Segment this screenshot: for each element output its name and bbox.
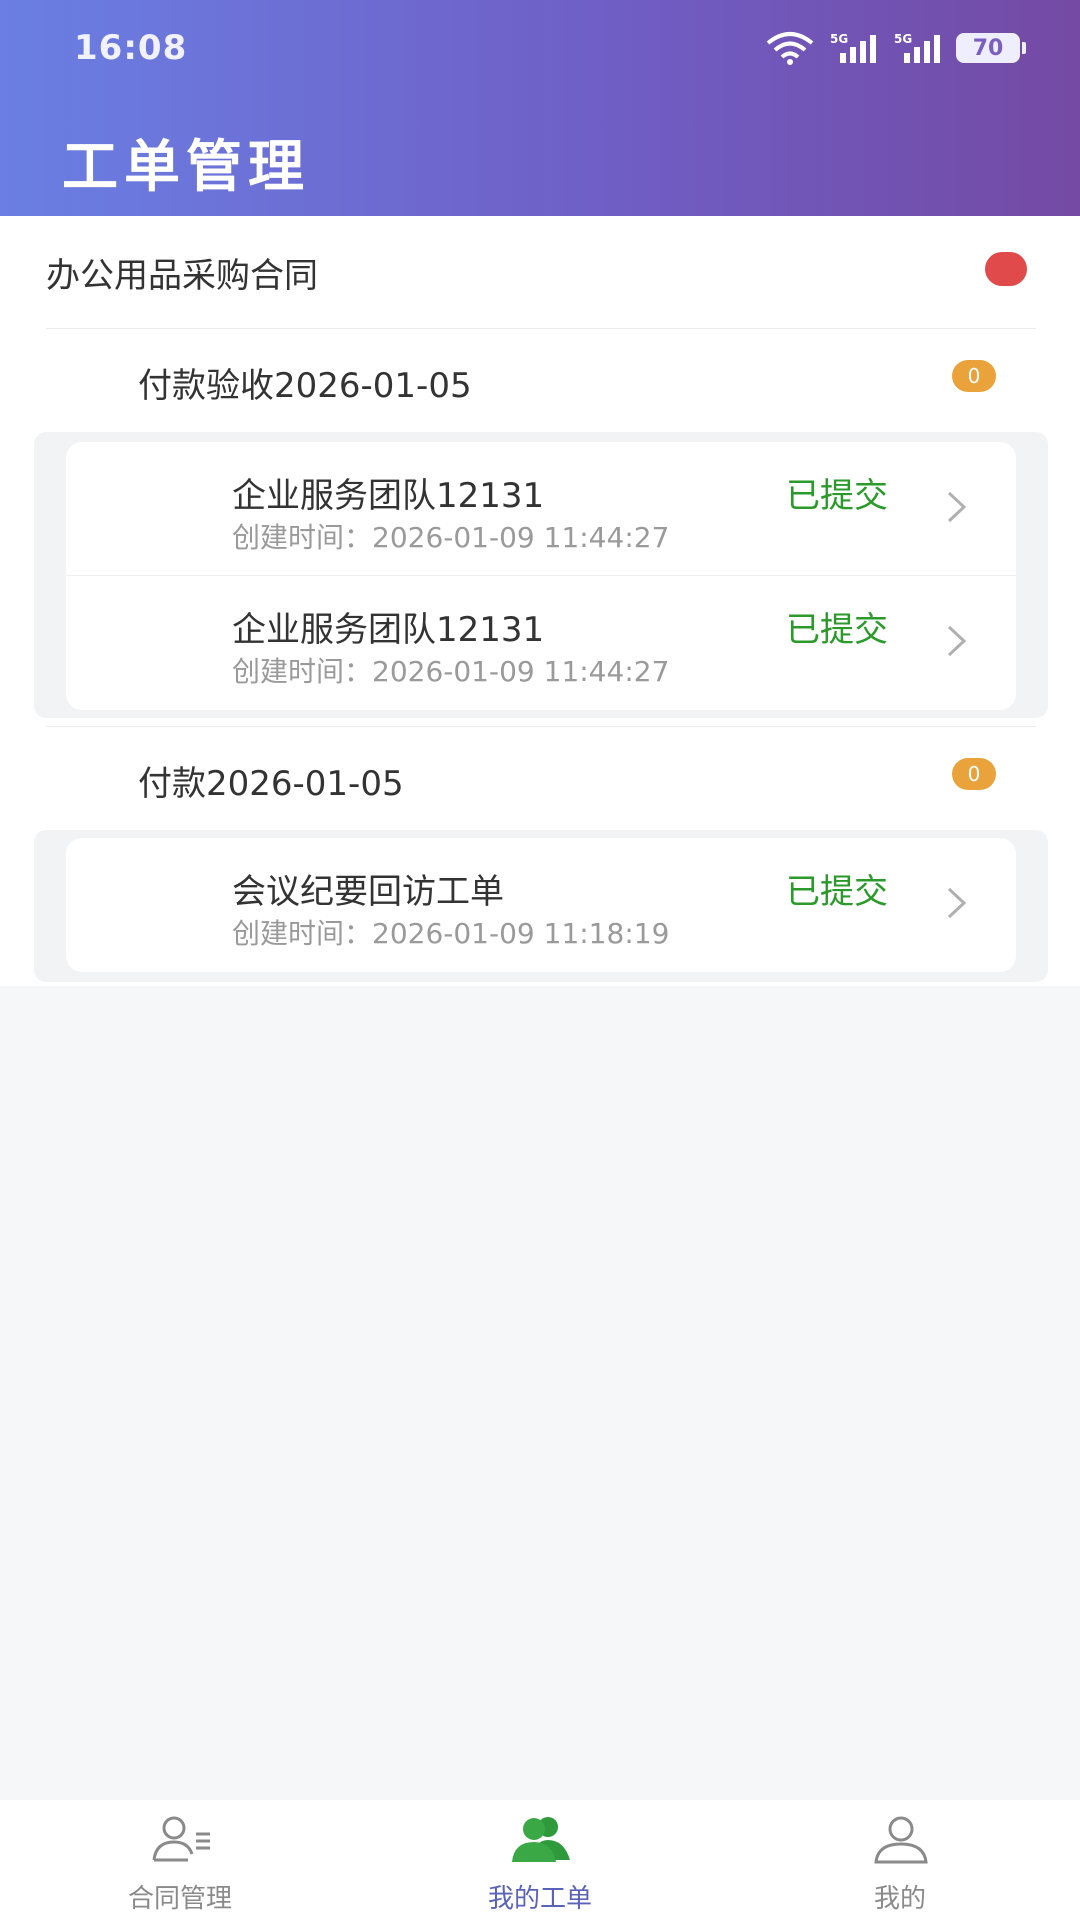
status-icons: 5G 5G 70 [764,28,1026,68]
chevron-right-icon [947,625,967,657]
status-badge: 已提交 [786,476,888,516]
status-time: 16:08 [74,28,188,68]
group-header[interactable]: 付款2026-01-05 0 [0,726,1080,826]
contract-row[interactable]: 办公用品采购合同 [0,216,1080,328]
network-label: 5G [830,32,848,46]
status-badge: 已提交 [786,610,888,650]
group-title: 付款2026-01-05 [138,764,404,804]
nav-label: 我的工单 [487,1884,592,1914]
item-title: 会议纪要回访工单 [232,872,504,912]
tab-contract-management[interactable]: 合同管理 [80,1800,280,1920]
team-icon [512,1817,570,1862]
tab-my-work-orders[interactable]: 我的工单 [440,1800,640,1920]
group-panel: 会议纪要回访工单 创建时间：2026-01-09 11:18:19 已提交 [34,830,1048,982]
app-header: 16:08 5G 5G 70 工单管理 [0,0,1080,216]
group-header[interactable]: 付款验收2026-01-05 0 [0,328,1080,428]
count-badge: 0 [952,758,996,790]
work-order-card: 企业服务团队12131 创建时间：2026-01-09 11:44:27 已提交… [66,442,1016,710]
work-order-item[interactable]: 企业服务团队12131 创建时间：2026-01-09 11:44:27 已提交 [66,576,1016,710]
contract-user-icon [152,1816,210,1862]
signal-icon: 5G [830,32,876,63]
nav-label: 合同管理 [127,1884,232,1914]
page-title: 工单管理 [62,135,310,200]
work-order-item[interactable]: 会议纪要回访工单 创建时间：2026-01-09 11:18:19 已提交 [66,838,1016,972]
item-title: 企业服务团队12131 [232,610,545,650]
item-created-time: 创建时间：2026-01-09 11:44:27 [232,521,670,554]
item-created-time: 创建时间：2026-01-09 11:18:19 [232,917,670,950]
status-bar: 16:08 5G 5G 70 [0,0,1080,100]
battery-indicator: 70 [956,33,1026,63]
network-label-2: 5G [894,32,912,46]
item-created-time: 创建时间：2026-01-09 11:44:27 [232,655,670,688]
tab-mine[interactable]: 我的 [800,1800,1000,1920]
group-panel: 企业服务团队12131 创建时间：2026-01-09 11:44:27 已提交… [34,432,1048,718]
contract-title: 办公用品采购合同 [46,256,318,296]
status-badge: 已提交 [786,872,888,912]
work-order-item[interactable]: 企业服务团队12131 创建时间：2026-01-09 11:44:27 已提交 [66,442,1016,576]
signal-icon-2: 5G [894,32,940,63]
count-badge: 0 [952,360,996,392]
work-order-card: 会议纪要回访工单 创建时间：2026-01-09 11:18:19 已提交 [66,838,1016,972]
bottom-nav: 合同管理 我的工单 我的 [0,1800,1080,1920]
unread-dot [985,252,1027,286]
chevron-right-icon [947,887,967,919]
chevron-right-icon [947,491,967,523]
user-icon [874,1816,928,1864]
wifi-icon [766,32,814,65]
item-title: 企业服务团队12131 [232,476,545,516]
work-order-list: 办公用品采购合同 付款验收2026-01-05 0 企业服务团队12131 创建… [0,216,1080,986]
group-title: 付款验收2026-01-05 [138,366,472,406]
nav-label: 我的 [873,1884,926,1914]
